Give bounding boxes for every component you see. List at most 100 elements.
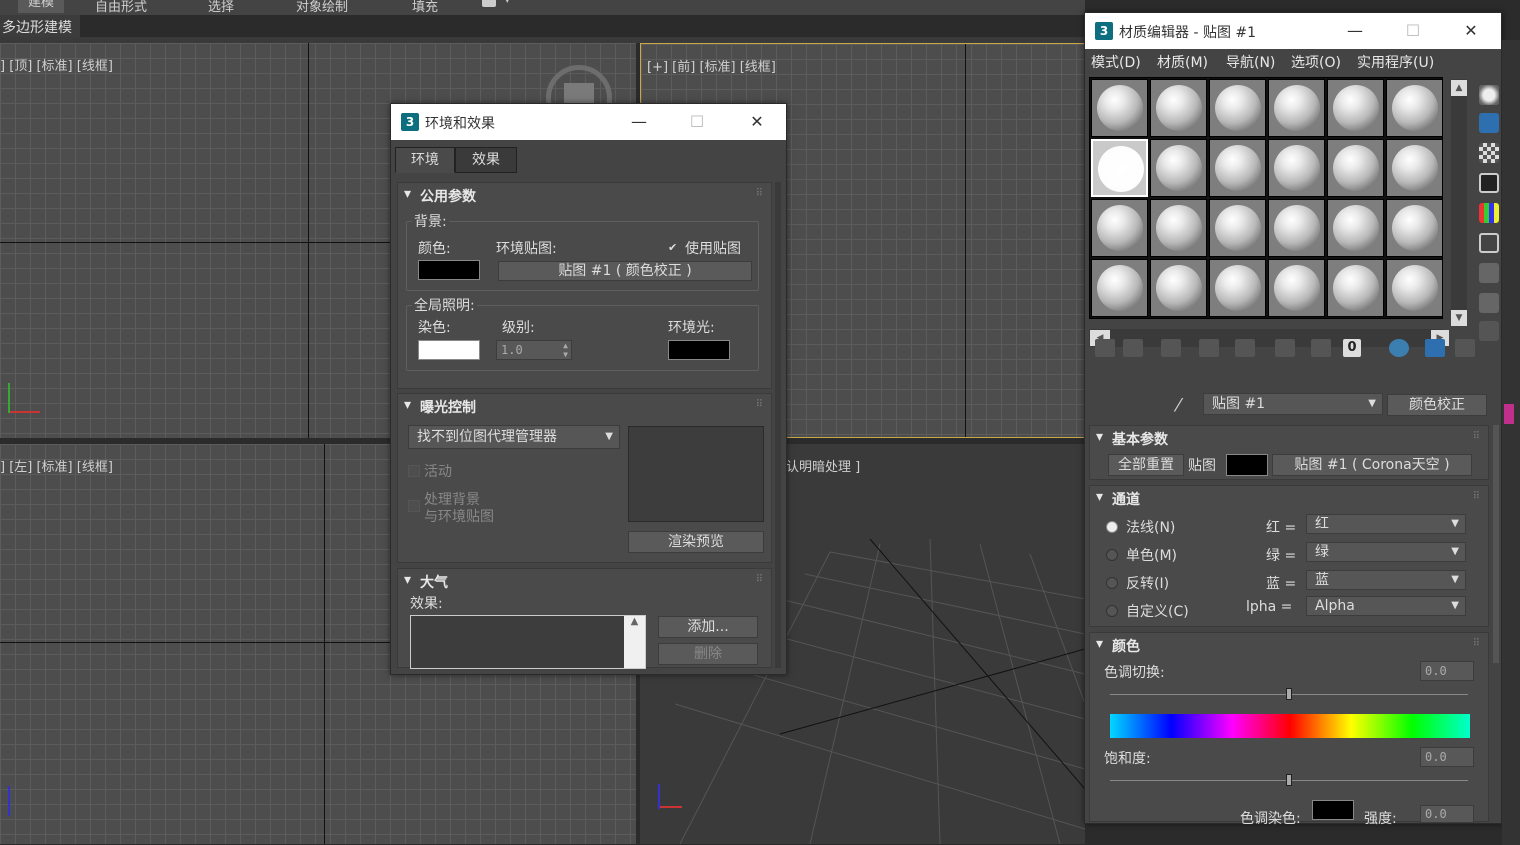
tint-color-swatch[interactable]	[418, 340, 480, 360]
rollout-toggle-icon[interactable]: ▾	[1096, 489, 1103, 505]
ribbon-tab-object-paint[interactable]: 对象绘制	[296, 0, 348, 15]
rollout-grip-icon[interactable]: ⠿	[756, 399, 763, 410]
menu-options[interactable]: 选项(O)	[1291, 52, 1341, 72]
eyedropper-icon[interactable]: ⁄	[1177, 395, 1180, 416]
rollout-toggle-icon[interactable]: ▾	[404, 572, 411, 588]
minimize-icon[interactable]: —	[1335, 19, 1375, 43]
spinner-arrows-icon[interactable]: ▲ ▼	[563, 341, 568, 359]
material-slot[interactable]	[1150, 139, 1207, 197]
rollout-toggle-icon[interactable]: ▾	[1096, 636, 1103, 652]
map-name-field[interactable]: 贴图 #1 ▼	[1203, 393, 1383, 415]
viewport-left-label[interactable]: ] [左] [标准] [线框]	[0, 456, 113, 475]
red-channel-dropdown[interactable]: 红 ▼	[1306, 514, 1466, 534]
mat-titlebar[interactable]: 3 材质编辑器 - 贴图 #1 — ☐ ✕	[1085, 13, 1501, 49]
add-effect-button[interactable]: 添加...	[658, 616, 758, 638]
channel-opt-normal[interactable]: 法线(N)	[1126, 517, 1175, 537]
make-unique-icon[interactable]	[1275, 339, 1295, 357]
ribbon-tab-modeling[interactable]: 建模	[18, 0, 65, 13]
color-indicator[interactable]	[1504, 404, 1514, 424]
color-header[interactable]: 颜色	[1112, 636, 1140, 656]
process-bg-checkbox[interactable]	[408, 500, 420, 512]
env-scrollbar[interactable]	[775, 182, 781, 668]
mat-scrollbar[interactable]	[1493, 425, 1499, 663]
green-channel-dropdown[interactable]: 绿 ▼	[1306, 542, 1466, 562]
viewport-front-label[interactable]: [+] [前] [标准] [线框]	[647, 56, 776, 75]
atmosphere-header[interactable]: 大气	[420, 572, 448, 592]
common-params-header[interactable]: 公用参数	[420, 186, 476, 206]
video-color-check-icon[interactable]	[1479, 203, 1499, 223]
sample-uv-tiling-icon[interactable]	[1479, 173, 1499, 193]
rollout-grip-icon[interactable]: ⠿	[1473, 491, 1480, 502]
menu-mode[interactable]: 模式(D)	[1091, 52, 1141, 72]
material-navigator-icon[interactable]	[1479, 321, 1499, 341]
polygon-modeling-label[interactable]: 多边形建模	[0, 15, 80, 37]
saturation-spinner[interactable]: 0.0	[1420, 747, 1474, 767]
hue-slider-thumb[interactable]	[1286, 688, 1292, 700]
ribbon-tab-selection[interactable]: 选择	[208, 0, 234, 15]
use-map-label[interactable]: 使用贴图	[685, 238, 741, 258]
scroll-up-icon[interactable]: ▲	[624, 616, 645, 668]
delete-effect-button[interactable]: 删除	[658, 643, 758, 665]
effects-list[interactable]	[410, 615, 646, 669]
checkbox-checked-icon[interactable]: ✔	[668, 241, 677, 254]
exposure-type-dropdown[interactable]: 找不到位图代理管理器 ▼	[408, 425, 620, 449]
material-slot-grid[interactable]	[1089, 77, 1443, 319]
material-slot[interactable]	[1150, 199, 1207, 257]
channels-header[interactable]: 通道	[1112, 489, 1140, 509]
channel-opt-custom[interactable]: 自定义(C)	[1126, 601, 1189, 621]
radio-normal[interactable]	[1106, 521, 1118, 533]
material-slot[interactable]	[1268, 199, 1325, 257]
active-checkbox[interactable]	[408, 465, 420, 477]
material-slot[interactable]	[1386, 79, 1443, 137]
material-slot[interactable]	[1091, 139, 1148, 197]
basic-params-header[interactable]: 基本参数	[1112, 429, 1168, 449]
ribbon-tab-freeform[interactable]: 自由形式	[95, 0, 147, 15]
rollout-toggle-icon[interactable]: ▾	[404, 186, 411, 202]
assign-material-icon[interactable]	[1161, 339, 1181, 357]
select-by-material-icon[interactable]	[1479, 293, 1499, 313]
ambient-color-swatch[interactable]	[668, 340, 730, 360]
sky-map-button[interactable]: 贴图 #1 ( Corona天空 )	[1272, 454, 1472, 476]
material-slot[interactable]	[1091, 259, 1148, 317]
tab-environment[interactable]: 环境	[395, 147, 455, 173]
ribbon-options-icon[interactable]	[482, 0, 496, 7]
ribbon-tab-populate[interactable]: 填充	[412, 0, 438, 15]
slot-vscrollbar[interactable]	[1451, 79, 1467, 319]
material-slot[interactable]	[1268, 139, 1325, 197]
material-slot[interactable]	[1209, 79, 1266, 137]
material-slot[interactable]	[1327, 199, 1384, 257]
sample-type-sphere-icon[interactable]	[1479, 85, 1499, 105]
level-spinner[interactable]: 1.0 ▲ ▼	[496, 340, 572, 360]
rollout-grip-icon[interactable]: ⠿	[756, 574, 763, 585]
make-preview-icon[interactable]	[1479, 233, 1499, 253]
material-slot[interactable]	[1268, 259, 1325, 317]
material-slot[interactable]	[1209, 259, 1266, 317]
channel-opt-mono[interactable]: 单色(M)	[1126, 545, 1177, 565]
material-slot[interactable]	[1268, 79, 1325, 137]
viewport-top-label[interactable]: ] [顶] [标准] [线框]	[0, 55, 113, 74]
tint-color-swatch[interactable]	[1312, 800, 1354, 820]
get-material-icon[interactable]	[1095, 339, 1115, 357]
backlight-icon[interactable]	[1479, 113, 1499, 133]
hue-shift-spinner[interactable]: 0.0	[1420, 661, 1474, 681]
material-slot[interactable]	[1386, 259, 1443, 317]
env-map-button[interactable]: 贴图 #1 ( 颜色校正 )	[498, 261, 752, 281]
material-slot[interactable]	[1327, 79, 1384, 137]
rollout-grip-icon[interactable]: ⠿	[1473, 431, 1480, 442]
strength-spinner[interactable]: 0.0	[1420, 805, 1474, 823]
make-copy-icon[interactable]	[1235, 339, 1255, 357]
material-slot[interactable]	[1386, 199, 1443, 257]
map-type-button[interactable]: 颜色校正	[1387, 394, 1487, 416]
reset-all-button[interactable]: 全部重置	[1108, 454, 1184, 476]
env-titlebar[interactable]: 3 环境和效果 — ☐ ✕	[391, 104, 786, 140]
menu-material[interactable]: 材质(M)	[1157, 52, 1208, 72]
scroll-up-icon[interactable]: ▲	[1451, 80, 1467, 96]
material-slot[interactable]	[1091, 79, 1148, 137]
blue-channel-dropdown[interactable]: 蓝 ▼	[1306, 570, 1466, 590]
saturation-slider-thumb[interactable]	[1286, 774, 1292, 786]
material-slot[interactable]	[1327, 259, 1384, 317]
go-to-parent-icon[interactable]	[1455, 339, 1475, 357]
save-icon[interactable]	[1311, 339, 1331, 357]
scroll-down-icon[interactable]: ▼	[1451, 310, 1467, 326]
rollout-grip-icon[interactable]: ⠿	[1473, 638, 1480, 649]
